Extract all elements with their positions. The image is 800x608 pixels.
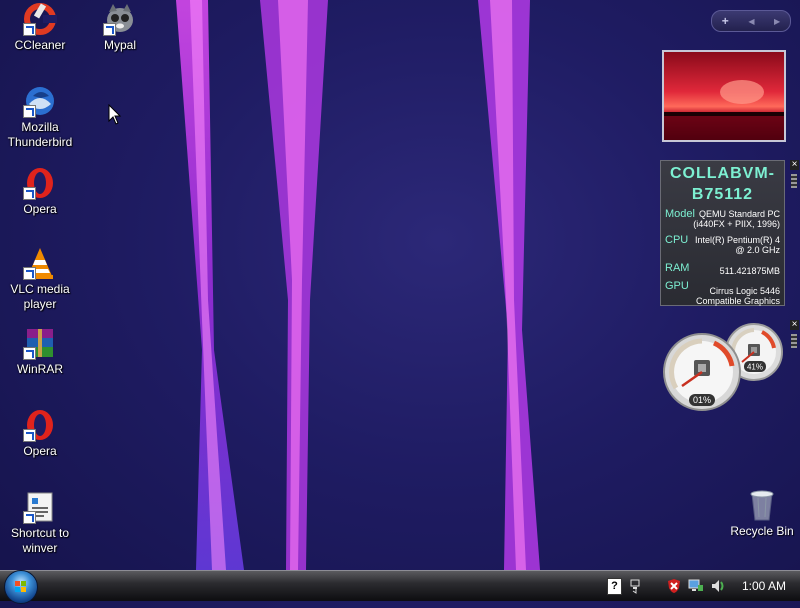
desktop-icon-winver[interactable]: Shortcut to winver [1, 490, 79, 556]
computer-name: COLLABVM-B75112 [670, 165, 775, 203]
desktop-icon-label: Opera [23, 444, 57, 458]
desktop-icon-mypal[interactable]: Mypal [81, 2, 159, 53]
desktop-icon-thunderbird[interactable]: Mozilla Thunderbird [1, 84, 79, 150]
cpu-row: CPU Intel(R) Pentium(R) 4 @ 2.0 GHz [665, 235, 780, 257]
cpu-label: CPU [665, 234, 689, 246]
vlc-icon [23, 246, 57, 280]
cpu-meter-gadget: 41% 01% [662, 322, 787, 412]
desktop-icon-label: WinRAR [16, 362, 63, 376]
recycle-bin-icon [745, 486, 779, 522]
add-gadget-button[interactable]: + [722, 14, 729, 28]
desktop-icon-ccleaner[interactable]: CCleaner [1, 2, 79, 53]
thunderbird-icon [23, 84, 57, 118]
memory-percent: 41% [747, 363, 763, 372]
desktop-icon-vlc[interactable]: VLC media player [1, 246, 79, 312]
gadget-drag-handle[interactable] [791, 174, 797, 188]
system-info-gadget: COLLABVM-B75112 Model QEMU Standard PC (… [660, 160, 785, 306]
security-shield-icon[interactable] [666, 578, 682, 594]
winrar-icon [23, 326, 57, 360]
ram-row: RAM 511.421875MB [665, 262, 780, 277]
slideshow-gadget[interactable] [662, 50, 786, 142]
gpu-row: GPU Cirrus Logic 5446 Compatible Graphic… [665, 280, 780, 307]
network-icon[interactable] [630, 578, 642, 594]
taskbar-clock[interactable]: 1:00 AM [742, 579, 786, 593]
desktop-icon-label: Recycle Bin [730, 524, 794, 538]
next-page-button[interactable]: ▶ [774, 17, 780, 26]
desktop-icon-winrar[interactable]: WinRAR [1, 326, 79, 377]
sunset-photo [664, 52, 784, 140]
taskbar: ? 1:00 AM [0, 570, 800, 604]
wallpaper-beam-left [168, 0, 248, 570]
desktop-icon-opera[interactable]: Opera [1, 166, 79, 217]
wallpaper-beam-middle [258, 0, 348, 570]
desktop-icon-label: VLC media player [10, 282, 70, 311]
desktop-icon-label: CCleaner [14, 38, 66, 52]
sidebar-controls: + ◀ ▶ [711, 10, 791, 32]
windows-logo-icon [15, 581, 26, 592]
model-row: Model QEMU Standard PC (i440FX + PIIX, 1… [665, 209, 780, 231]
shortcut-arrow-icon [23, 23, 36, 36]
start-button[interactable] [4, 570, 38, 604]
display-monitor-icon[interactable] [688, 578, 704, 594]
desktop-icon-label: Shortcut to winver [10, 526, 70, 555]
previous-page-button[interactable]: ◀ [748, 17, 754, 26]
model-label: Model [665, 208, 695, 220]
notification-area: ? 1:00 AM [606, 571, 800, 601]
shortcut-arrow-icon [23, 105, 36, 118]
close-gadget-icon[interactable]: × [790, 160, 799, 170]
mouse-cursor-icon [108, 103, 122, 131]
desktop-icon-label: Mozilla Thunderbird [7, 120, 73, 149]
volume-icon[interactable] [710, 578, 726, 594]
desktop-icon-label: Mypal [103, 38, 136, 52]
help-icon[interactable]: ? [606, 577, 622, 595]
cpu-percent: 01% [693, 395, 711, 405]
gpu-label: GPU [665, 280, 689, 292]
shortcut-arrow-icon [23, 267, 36, 280]
mypal-icon [103, 2, 137, 36]
shortcut-arrow-icon [23, 511, 36, 524]
shortcut-arrow-icon [103, 23, 116, 36]
opera-icon [23, 408, 57, 442]
shortcut-arrow-icon [23, 347, 36, 360]
desktop-icon-recycle-bin[interactable]: Recycle Bin [724, 486, 800, 538]
winver-icon [23, 490, 57, 524]
ram-label: RAM [665, 262, 690, 274]
opera-icon [23, 166, 57, 200]
shortcut-arrow-icon [23, 187, 36, 200]
ccleaner-icon [23, 2, 57, 36]
desktop-icon-label: Opera [23, 202, 57, 216]
gadget-drag-handle[interactable] [791, 334, 797, 348]
wallpaper-beam-right [474, 0, 554, 570]
shortcut-arrow-icon [23, 429, 36, 442]
desktop-icon-opera-2[interactable]: Opera [1, 408, 79, 459]
close-gadget-icon[interactable]: × [790, 320, 799, 330]
